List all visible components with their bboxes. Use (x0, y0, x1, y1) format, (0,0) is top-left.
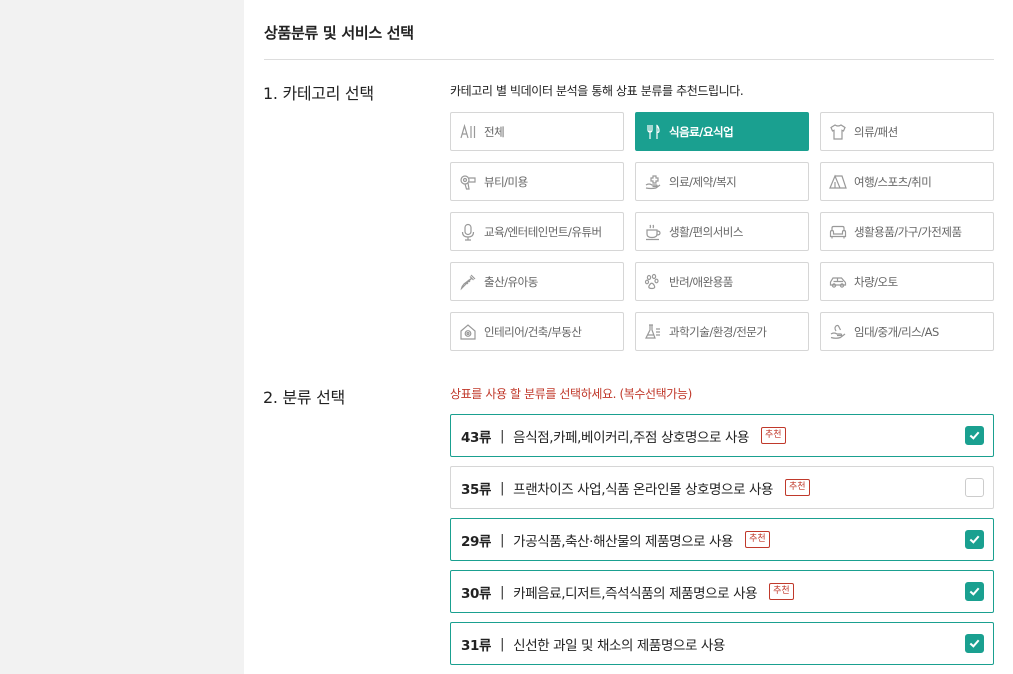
category-label: 식음료/요식업 (669, 124, 734, 139)
category-pet[interactable]: 반려/애완용품 (635, 262, 809, 301)
category-food[interactable]: 식음료/요식업 (635, 112, 809, 151)
check-icon (969, 639, 980, 648)
title-divider (264, 59, 994, 60)
check-icon (969, 431, 980, 440)
check-icon (969, 535, 980, 544)
class-description: 카페음료,디저트,즉석식품의 제품명으로 사용 (513, 585, 758, 602)
category-label: 과학기술/환경/전문가 (669, 324, 767, 339)
class-checkbox[interactable] (965, 530, 984, 549)
category-label: 의료/제약/복지 (669, 174, 737, 189)
category-label: 임대/중개/리스/AS (854, 324, 939, 339)
category-label: 생활용품/가구/가전제품 (854, 224, 962, 239)
class-row-31[interactable]: 31류 | 신선한 과일 및 채소의 제품명으로 사용 (450, 622, 994, 665)
science-icon (644, 322, 662, 342)
recommend-badge: 추천 (761, 427, 786, 444)
class-checkbox[interactable] (965, 634, 984, 653)
category-label: 여행/스포츠/취미 (854, 174, 932, 189)
service-selection-panel: 상품분류 및 서비스 선택 1. 카테고리 선택 카테고리 별 빅데이터 분석을… (244, 0, 1013, 674)
category-education[interactable]: 교육/엔터테인먼트/유튜버 (450, 212, 624, 251)
baby-bottle-icon (459, 272, 477, 292)
class-row-35[interactable]: 35류 | 프랜차이즈 사업,식품 온라인몰 상호명으로 사용 추천 (450, 466, 994, 509)
category-science[interactable]: 과학기술/환경/전문가 (635, 312, 809, 351)
category-label: 전체 (484, 124, 505, 139)
class-code: 35류 (461, 481, 492, 498)
category-living-service[interactable]: 생활/편의서비스 (635, 212, 809, 251)
hair-dryer-icon (459, 172, 477, 192)
category-label: 의류/패션 (854, 124, 898, 139)
class-row-30[interactable]: 30류 | 카페음료,디저트,즉석식품의 제품명으로 사용 추천 (450, 570, 994, 613)
category-household[interactable]: 생활용품/가구/가전제품 (820, 212, 994, 251)
class-checkbox[interactable] (965, 426, 984, 445)
category-interior[interactable]: 인테리어/건축/부동산 (450, 312, 624, 351)
all-icon (459, 122, 477, 142)
sofa-icon (829, 222, 847, 242)
tent-icon (829, 172, 847, 192)
category-label: 뷰티/미용 (484, 174, 528, 189)
recommend-badge: 추천 (769, 583, 794, 600)
class-description: 신선한 과일 및 채소의 제품명으로 사용 (513, 637, 725, 654)
category-fashion[interactable]: 의류/패션 (820, 112, 994, 151)
class-code: 30류 (461, 585, 492, 602)
class-description: 프랜차이즈 사업,식품 온라인몰 상호명으로 사용 (513, 481, 774, 498)
class-separator: | (500, 583, 505, 600)
class-code: 31류 (461, 637, 492, 654)
class-separator: | (500, 531, 505, 548)
category-medical[interactable]: 의료/제약/복지 (635, 162, 809, 201)
step1-label: 1. 카테고리 선택 (263, 84, 374, 103)
class-row-43[interactable]: 43류 | 음식점,카페,베이커리,주점 상호명으로 사용 추천 (450, 414, 994, 457)
class-code: 29류 (461, 533, 492, 550)
category-label: 인테리어/건축/부동산 (484, 324, 582, 339)
category-vehicle[interactable]: 차량/오토 (820, 262, 994, 301)
category-all[interactable]: 전체 (450, 112, 624, 151)
step1-description: 카테고리 별 빅데이터 분석을 통해 상표 분류를 추천드립니다. (450, 84, 744, 98)
coffee-cup-icon (644, 222, 662, 242)
category-beauty[interactable]: 뷰티/미용 (450, 162, 624, 201)
check-icon (969, 587, 980, 596)
category-label: 반려/애완용품 (669, 274, 733, 289)
hand-service-icon (829, 322, 847, 342)
category-rental[interactable]: 임대/중개/리스/AS (820, 312, 994, 351)
class-row-29[interactable]: 29류 | 가공식품,축산·해산물의 제품명으로 사용 추천 (450, 518, 994, 561)
class-checkbox[interactable] (965, 478, 984, 497)
recommend-badge: 추천 (745, 531, 770, 548)
class-separator: | (500, 635, 505, 652)
car-icon (829, 272, 847, 292)
class-description: 가공식품,축산·해산물의 제품명으로 사용 (513, 533, 734, 550)
page-title: 상품분류 및 서비스 선택 (264, 24, 414, 42)
microphone-icon (459, 222, 477, 242)
class-checkbox[interactable] (965, 582, 984, 601)
category-label: 생활/편의서비스 (669, 224, 743, 239)
medical-hand-icon (644, 172, 662, 192)
category-label: 차량/오토 (854, 274, 898, 289)
class-separator: | (500, 479, 505, 496)
category-label: 교육/엔터테인먼트/유튜버 (484, 224, 602, 239)
house-icon (459, 322, 477, 342)
class-code: 43류 (461, 429, 492, 446)
paw-icon (644, 272, 662, 292)
step2-instruction: 상표를 사용 할 분류를 선택하세요. (복수선택가능) (450, 387, 692, 401)
fork-knife-icon (644, 122, 662, 142)
tshirt-icon (829, 122, 847, 142)
class-separator: | (500, 427, 505, 444)
recommend-badge: 추천 (785, 479, 810, 496)
category-travel[interactable]: 여행/스포츠/취미 (820, 162, 994, 201)
category-baby[interactable]: 출산/유아동 (450, 262, 624, 301)
class-description: 음식점,카페,베이커리,주점 상호명으로 사용 (513, 429, 749, 446)
step2-label: 2. 분류 선택 (263, 388, 345, 407)
category-label: 출산/유아동 (484, 274, 538, 289)
